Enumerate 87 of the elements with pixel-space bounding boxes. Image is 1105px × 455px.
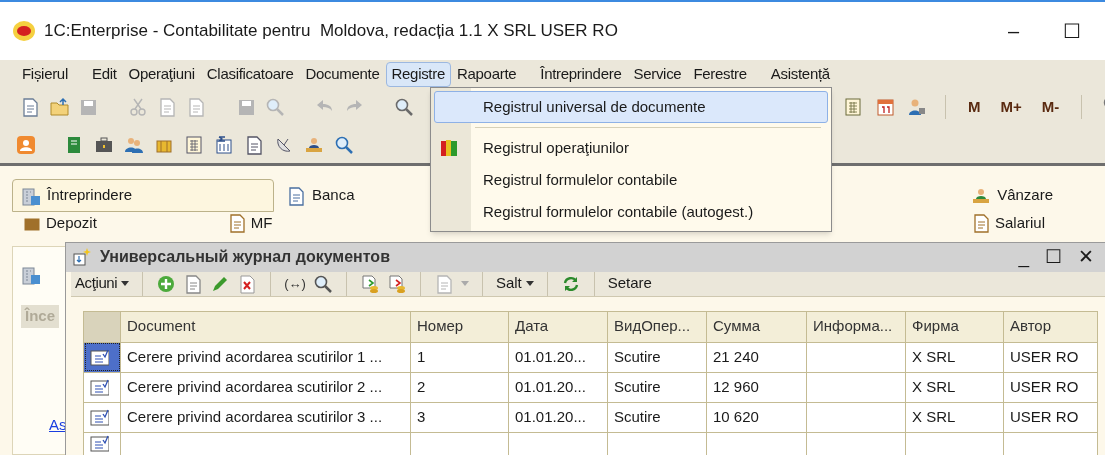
actions-menu[interactable]: Acţiuni <box>75 272 130 295</box>
books-icon[interactable] <box>440 138 460 158</box>
menu-item[interactable]: Service <box>627 61 688 87</box>
user-icon[interactable] <box>16 134 36 155</box>
add-icon[interactable] <box>156 273 177 294</box>
posted-document-icon[interactable] <box>89 377 109 397</box>
menu-item[interactable]: Registre <box>385 61 451 87</box>
table-cell: Scutire <box>607 342 707 372</box>
table-cell: X SRL <box>905 372 1004 402</box>
save-icon[interactable] <box>78 97 98 117</box>
building-icon[interactable] <box>21 185 41 206</box>
column-header[interactable]: Фирма <box>905 311 1004 342</box>
table-cell: 3 <box>410 402 509 432</box>
column-header[interactable]: Document <box>120 311 411 342</box>
posted-document-icon[interactable] <box>89 407 109 427</box>
panel-tab[interactable]: Banca <box>274 179 367 212</box>
column-header[interactable]: Информа... <box>806 311 906 342</box>
section-link[interactable]: Salariul <box>970 211 1045 235</box>
settings-button[interactable]: Setare <box>607 272 652 295</box>
briefcase-icon[interactable] <box>94 134 114 155</box>
section-link[interactable]: Depozit <box>22 211 97 235</box>
column-header[interactable]: Автор <box>1003 311 1098 342</box>
menu-item[interactable]: Edit <box>85 61 123 87</box>
search-icon[interactable] <box>312 273 333 294</box>
menu-option[interactable]: Registrul universal de documente <box>434 91 828 123</box>
table-cell: 12 960 <box>706 372 807 402</box>
caret-icon[interactable] <box>121 281 130 286</box>
building-icon[interactable] <box>21 265 41 285</box>
delete-icon[interactable] <box>237 273 258 294</box>
panel-tab[interactable]: Vânzare <box>959 179 1065 212</box>
table-cell: Cerere privind acordarea scutirilor 2 ... <box>120 372 411 402</box>
menu-item[interactable]: Clasificatoare <box>200 61 300 87</box>
close-button[interactable]: ✕ <box>1078 243 1094 272</box>
memory-button[interactable]: M <box>964 95 985 119</box>
table-cell: Scutire <box>607 402 707 432</box>
section-link[interactable]: MF <box>226 211 273 235</box>
window-title: 1C:Enterprise - Contabilitate pentru Moldova, redacția 1.1 X SRL USER RO <box>44 20 618 43</box>
table-cell: 21 240 <box>706 342 807 372</box>
column-header[interactable]: Дата <box>508 311 608 342</box>
column-header[interactable]: Номер <box>410 311 509 342</box>
menu-item[interactable]: Rapoarte <box>451 61 523 87</box>
table-cell: 2 <box>410 372 509 402</box>
table-cell: USER RO <box>1003 402 1098 432</box>
table-cell: X SRL <box>905 402 1004 432</box>
bracket-button[interactable]: (↔) <box>284 273 306 294</box>
document-icon[interactable] <box>244 134 264 155</box>
copy-icon[interactable] <box>157 97 177 117</box>
menu-option[interactable]: Registrul formulelor contabile (autogest.) <box>434 196 828 228</box>
memory-button[interactable]: M- <box>1037 95 1064 119</box>
menu-option[interactable]: Registrul formulelor contabile <box>434 164 828 196</box>
menu-item[interactable]: Asistență <box>764 61 836 87</box>
memory-button[interactable]: M+ <box>996 95 1026 119</box>
table-cell: 01.01.20... <box>508 342 608 372</box>
table-cell: USER RO <box>1003 342 1098 372</box>
table-cell: USER RO <box>1003 372 1098 402</box>
jump-menu[interactable]: Salt <box>495 272 534 295</box>
menu-item[interactable]: Documente <box>299 61 386 87</box>
search-icon[interactable] <box>394 97 414 117</box>
minimize-button[interactable]: _ <box>1018 243 1029 272</box>
column-header[interactable]: Сумма <box>706 311 807 342</box>
menu-item[interactable]: Ferestre <box>687 61 753 87</box>
maximize-button[interactable]: ☐ <box>1059 16 1085 46</box>
table-cell: Cerere privind acordarea scutirilor 1 ... <box>120 342 411 372</box>
posted-document-icon[interactable] <box>89 347 109 367</box>
table-cell: 01.01.20... <box>508 402 608 432</box>
minimize-button[interactable]: – <box>1003 16 1023 46</box>
section-heading: Înce <box>21 305 59 328</box>
table-icon[interactable] <box>184 134 204 155</box>
table-cell: Cerere privind acordarea scutirilor 3 ... <box>120 402 411 432</box>
table-cell: Scutire <box>607 372 707 402</box>
table-cell: 10 620 <box>706 402 807 432</box>
table-cell: 1 <box>410 342 509 372</box>
folder-icon[interactable] <box>49 97 69 117</box>
new-document-icon[interactable] <box>20 97 40 117</box>
journal-icon[interactable] <box>72 247 92 268</box>
window-title: Универсальный журнал документов <box>100 247 390 268</box>
menu-item[interactable]: Fișierul <box>16 61 74 87</box>
maximize-button[interactable]: ☐ <box>1045 243 1062 272</box>
panel-tab[interactable]: Întreprindere <box>12 179 274 212</box>
caret-icon[interactable] <box>525 281 534 286</box>
logo-icon <box>12 20 36 42</box>
column-header[interactable]: ВидОпер... <box>607 311 707 342</box>
menu-item[interactable]: Operaţiuni <box>122 61 201 87</box>
menu-item[interactable]: Întreprindere <box>534 61 628 87</box>
calendar-icon[interactable] <box>875 97 895 117</box>
table-cell: X SRL <box>905 342 1004 372</box>
table-cell: 01.01.20... <box>508 372 608 402</box>
